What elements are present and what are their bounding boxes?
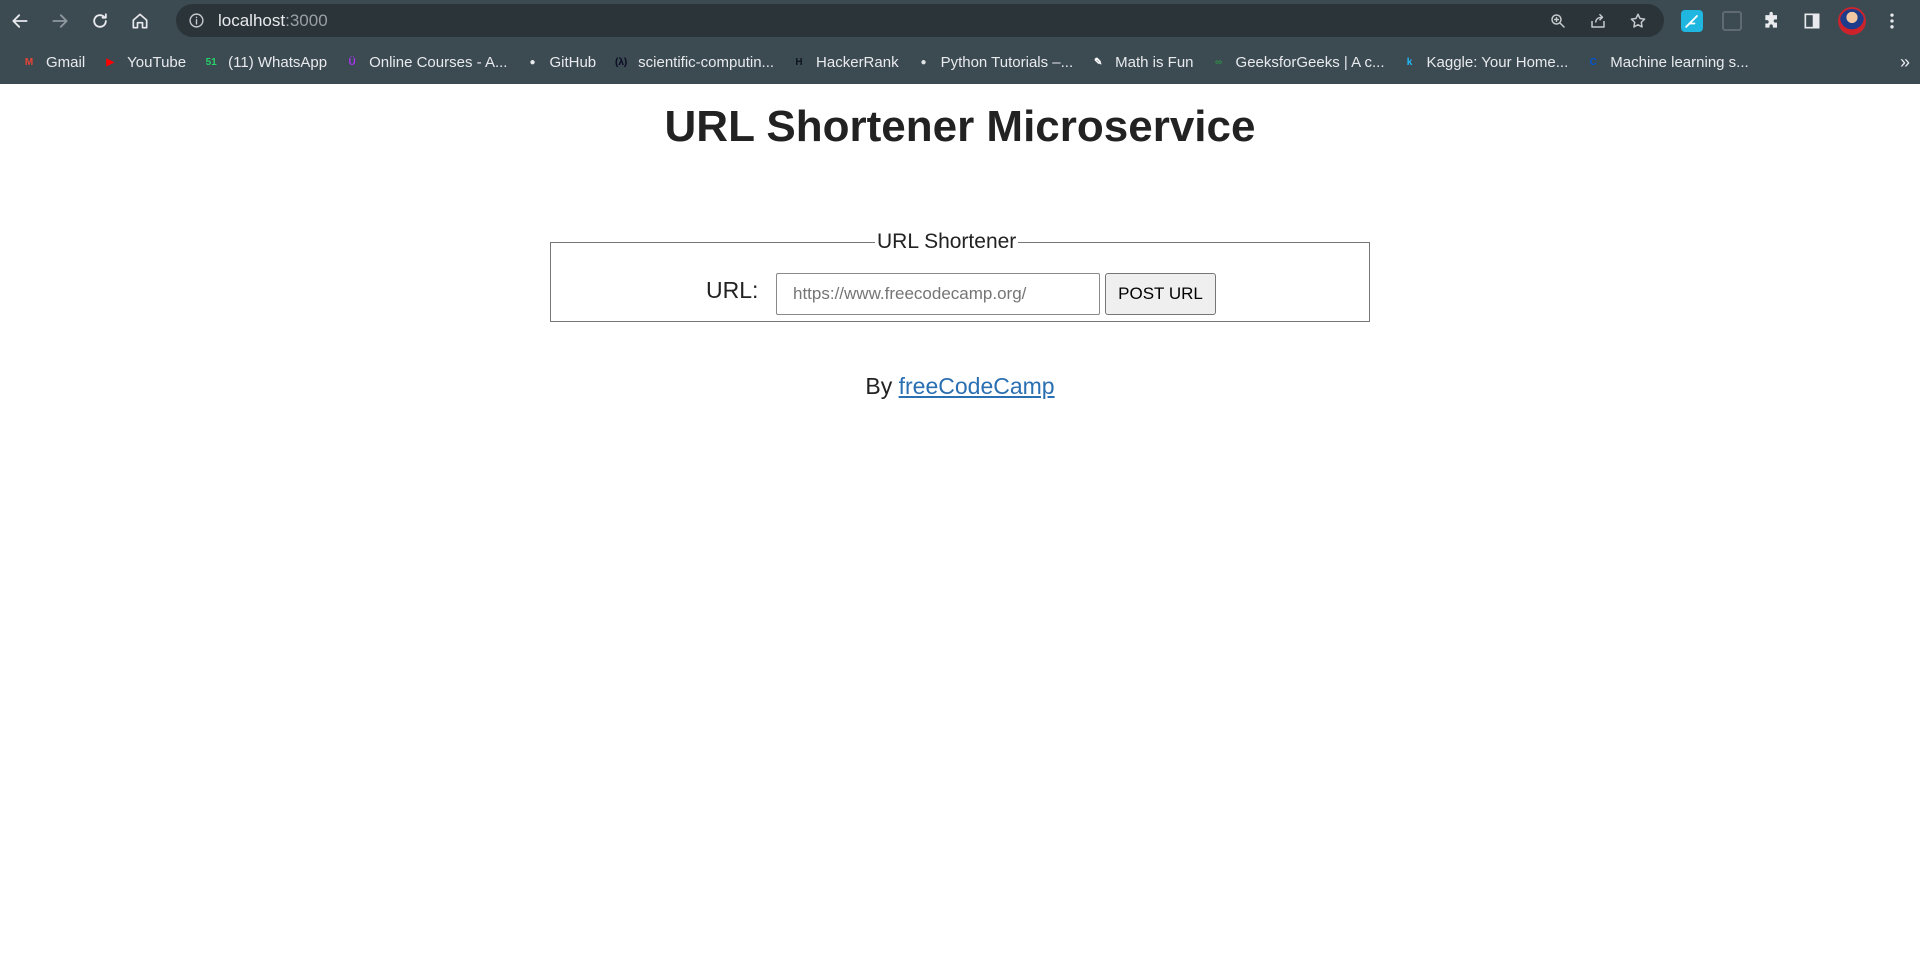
- address-text[interactable]: localhost:3000: [218, 4, 328, 37]
- gmail-icon: M: [24, 57, 34, 68]
- bookmark-label: HackerRank: [816, 54, 899, 71]
- hackerrank-icon: H: [795, 57, 803, 68]
- back-button[interactable]: [0, 0, 40, 41]
- page-content: URL Shortener Microservice URL Shortener…: [0, 84, 1920, 971]
- address-bar-actions: [1538, 4, 1658, 37]
- reload-button[interactable]: [80, 0, 120, 41]
- menu-button[interactable]: [1872, 0, 1912, 41]
- bookmark-item[interactable]: M Gmail: [12, 48, 93, 78]
- profile-button[interactable]: [1832, 0, 1872, 41]
- bookmark-star-button[interactable]: [1618, 4, 1658, 37]
- extension-generic-button[interactable]: [1712, 0, 1752, 41]
- zoom-icon: [1551, 13, 1565, 28]
- url-input[interactable]: [776, 273, 1100, 315]
- geeksforgeeks-icon: ∞: [1214, 57, 1223, 68]
- youtube-icon: ▶: [106, 57, 115, 68]
- arrow-right-icon: [52, 13, 68, 28]
- freecodecamp-link[interactable]: freeCodeCamp: [899, 373, 1055, 399]
- star-icon: [1630, 13, 1646, 28]
- bookmark-item[interactable]: (λ) scientific-computin...: [604, 48, 782, 78]
- zoom-button[interactable]: [1538, 4, 1578, 37]
- freecodecamp-icon: (λ): [615, 57, 628, 68]
- address-host: localhost: [218, 11, 286, 30]
- byline: By freeCodeCamp: [0, 373, 1920, 400]
- page-title: URL Shortener Microservice: [664, 102, 1256, 151]
- bookmark-label: Machine learning s...: [1610, 54, 1749, 71]
- whatsapp-icon: 51: [205, 57, 217, 68]
- kaggle-icon: k: [1406, 57, 1413, 68]
- bookmark-item[interactable]: ✎ Math is Fun: [1081, 48, 1201, 78]
- extension-feather-button[interactable]: [1672, 0, 1712, 41]
- arrow-left-icon: [12, 13, 28, 28]
- reload-icon: [93, 12, 107, 28]
- bookmarks-overflow-button[interactable]: »: [1900, 41, 1910, 84]
- address-port: :3000: [285, 11, 328, 30]
- url-label: URL:: [706, 277, 759, 303]
- share-button[interactable]: [1578, 4, 1618, 37]
- home-icon: [132, 13, 148, 28]
- bookmark-label: GitHub: [549, 54, 597, 71]
- bookmark-label: Kaggle: Your Home...: [1426, 54, 1569, 71]
- byline-prefix: By: [865, 373, 893, 399]
- post-url-button[interactable]: POST URL: [1105, 273, 1216, 315]
- udemy-icon: Ü: [348, 57, 356, 68]
- github-icon: ●: [529, 57, 536, 68]
- bookmark-label: Gmail: [46, 54, 86, 71]
- bookmarks-bar: M Gmail ▶ YouTube 51 (11) WhatsApp Ü Online Cou…: [0, 41, 1920, 84]
- bookmark-item[interactable]: ∞ GeeksforGeeks | A c...: [1202, 48, 1393, 78]
- bookmark-label: Online Courses - A...: [369, 54, 508, 71]
- bookmark-item[interactable]: ● GitHub: [515, 48, 604, 78]
- bookmark-label: scientific-computin...: [638, 54, 775, 71]
- bookmark-label: YouTube: [127, 54, 187, 71]
- bookmark-item[interactable]: 51 (11) WhatsApp: [194, 48, 335, 78]
- bookmark-item[interactable]: ▶ YouTube: [93, 48, 194, 78]
- side-panel-icon: [1804, 13, 1820, 28]
- side-panel-button[interactable]: [1792, 0, 1832, 41]
- share-icon: [1591, 13, 1605, 28]
- home-button[interactable]: [120, 0, 160, 41]
- bookmark-label: (11) WhatsApp: [228, 54, 328, 71]
- address-bar[interactable]: localhost:3000: [176, 4, 1664, 37]
- puzzle-icon: [1765, 11, 1777, 28]
- info-icon[interactable]: [188, 12, 205, 29]
- bookmark-label: GeeksforGeeks | A c...: [1235, 54, 1385, 71]
- forward-button[interactable]: [40, 0, 80, 41]
- feather-icon: [1681, 9, 1703, 32]
- bookmark-item[interactable]: H HackerRank: [782, 48, 907, 78]
- bookmark-item[interactable]: C Machine learning s...: [1576, 48, 1756, 78]
- bookmark-item[interactable]: Ü Online Courses - A...: [335, 48, 515, 78]
- bookmark-label: Math is Fun: [1115, 54, 1194, 71]
- python-icon: ●: [920, 57, 927, 68]
- extensions-button[interactable]: [1752, 0, 1792, 41]
- kebab-menu-icon: [1890, 13, 1894, 28]
- bookmark-item[interactable]: ● Python Tutorials –...: [907, 48, 1082, 78]
- browser-toolbar: localhost:3000: [0, 0, 1920, 41]
- avatar: [1838, 6, 1866, 35]
- mathisfun-icon: ✎: [1093, 57, 1103, 68]
- form-legend: URL Shortener: [877, 230, 1017, 253]
- extension-icon: [1722, 10, 1742, 31]
- bookmark-item[interactable]: k Kaggle: Your Home...: [1393, 48, 1577, 78]
- extensions-area: [1672, 0, 1912, 41]
- url-shortener-form: URL Shortener URL: POST URL: [550, 230, 1370, 322]
- coursera-icon: C: [1589, 57, 1597, 68]
- bookmark-label: Python Tutorials –...: [940, 54, 1074, 71]
